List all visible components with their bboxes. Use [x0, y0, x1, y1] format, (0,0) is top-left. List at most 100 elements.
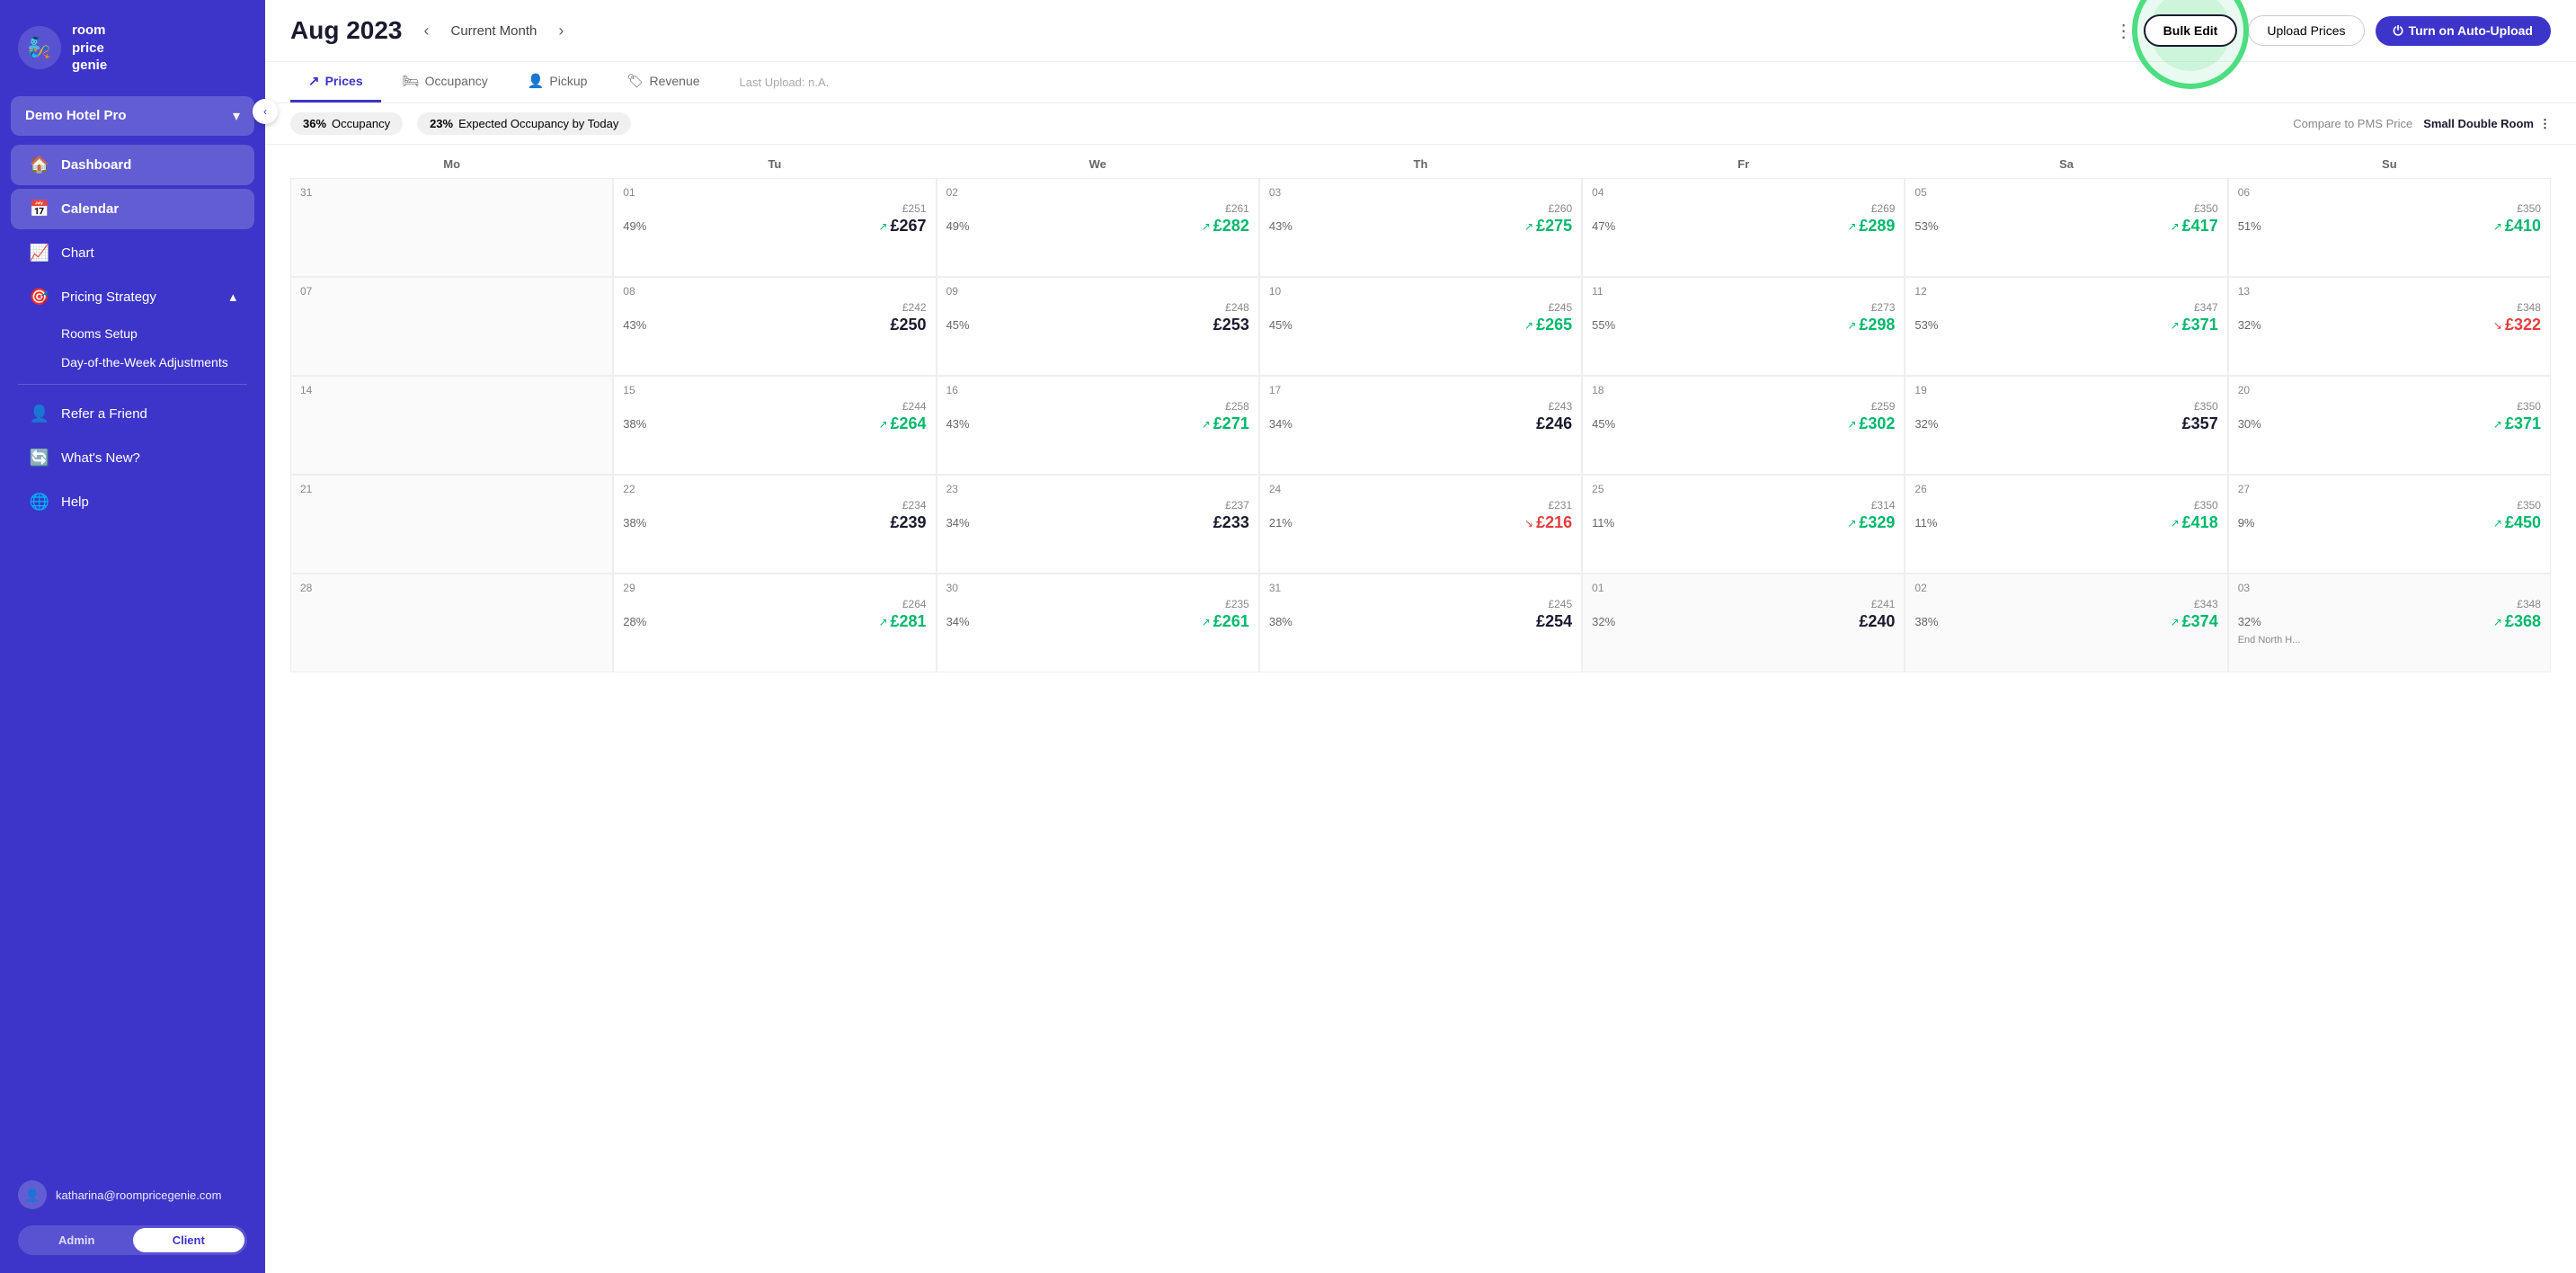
client-role-button[interactable]: Client — [133, 1228, 245, 1252]
admin-role-button[interactable]: Admin — [21, 1228, 133, 1252]
cell-date: 16 — [946, 384, 1249, 396]
home-icon: 🏠 — [29, 156, 50, 174]
cell-price-row: ↘ £216 — [1524, 513, 1572, 532]
table-row[interactable]: 17 £243 34% £246 — [1259, 376, 1582, 475]
table-row[interactable]: 20 £350 30% ↗ £371 — [2228, 376, 2551, 475]
next-month-button[interactable]: › — [551, 18, 571, 44]
table-row[interactable]: 04 £269 47% ↗ £289 — [1582, 178, 1905, 277]
auto-upload-button[interactable]: ⏻ Turn on Auto-Upload — [2376, 16, 2552, 46]
cell-occupancy: 51% — [2238, 219, 2261, 233]
sidebar-item-rooms-setup[interactable]: Rooms Setup — [50, 319, 265, 348]
hotel-selector[interactable]: Demo Hotel Pro ▾ — [11, 96, 254, 136]
revenue-tab-icon: 🏷 — [626, 73, 644, 89]
table-row[interactable]: 31 £245 38% £254 — [1259, 574, 1582, 672]
header: Aug 2023 ‹ Current Month › ⋮ Bulk Edit U… — [265, 0, 2576, 62]
cell-occupancy: 21% — [1269, 516, 1292, 530]
cell-price: £410 — [2505, 217, 2541, 236]
current-month-label: Current Month — [451, 23, 537, 39]
cell-prev-price: £245 — [1269, 301, 1572, 314]
occupancy-tab-icon: 🛏 — [403, 73, 420, 89]
table-row[interactable]: 15 £244 38% ↗ £264 — [613, 376, 936, 475]
table-row[interactable]: 16 £258 43% ↗ £271 — [937, 376, 1259, 475]
cell-occupancy: 53% — [1914, 318, 1938, 332]
cell-price: £239 — [891, 513, 927, 532]
table-row[interactable]: 05 £350 53% ↗ £417 — [1905, 178, 2227, 277]
table-row[interactable]: 14 — [290, 376, 613, 475]
table-row[interactable]: 18 £259 45% ↗ £302 — [1582, 376, 1905, 475]
tab-revenue[interactable]: 🏷 Revenue — [608, 62, 717, 102]
sidebar-item-dashboard[interactable]: 🏠 Dashboard — [11, 145, 254, 185]
sidebar-item-refer[interactable]: 👤 Refer a Friend — [11, 394, 254, 434]
cell-price: £261 — [1213, 612, 1249, 631]
table-row[interactable]: 25 £314 11% ↗ £329 — [1582, 475, 1905, 574]
table-row[interactable]: 01 £251 49% ↗ £267 — [613, 178, 936, 277]
sidebar-toggle[interactable]: ‹ — [253, 99, 278, 124]
table-row[interactable]: 07 — [290, 277, 613, 376]
cell-occupancy: 32% — [2238, 615, 2261, 628]
occupancy-badge: 36% Occupancy — [290, 112, 403, 135]
cell-price: £275 — [1536, 217, 1572, 236]
tab-occupancy[interactable]: 🛏 Occupancy — [385, 62, 506, 102]
table-row[interactable]: 12 £347 53% ↗ £371 — [1905, 277, 2227, 376]
table-row[interactable]: 08 £242 43% £250 — [613, 277, 936, 376]
cell-row: 53% ↗ £371 — [1914, 316, 2217, 334]
tab-pickup[interactable]: 👤 Pickup — [510, 62, 606, 102]
table-row[interactable]: 02 £261 49% ↗ £282 — [937, 178, 1259, 277]
arrow-up-icon: ↗ — [1847, 418, 1856, 431]
sidebar-item-label: Calendar — [61, 201, 119, 217]
sidebar-item-pricing-strategy[interactable]: 🎯 Pricing Strategy ▴ — [11, 277, 254, 317]
table-row[interactable]: 03 £260 43% ↗ £275 — [1259, 178, 1582, 277]
table-row[interactable]: 26 £350 11% ↗ £418 — [1905, 475, 2227, 574]
cell-prev-price: £231 — [1269, 499, 1572, 512]
tab-prices-label: Prices — [325, 74, 363, 88]
sidebar-item-help[interactable]: 🌐 Help — [11, 482, 254, 522]
sidebar-item-calendar[interactable]: 📅 Calendar — [11, 189, 254, 229]
tab-occupancy-label: Occupancy — [425, 74, 488, 88]
upload-prices-button[interactable]: Upload Prices — [2248, 15, 2364, 46]
cell-occupancy: 43% — [1269, 219, 1292, 233]
cell-price: £250 — [891, 316, 927, 334]
table-row[interactable]: 03 £348 32% ↗ £368 End North H... — [2228, 574, 2551, 672]
cell-price-row: ↗ £265 — [1524, 316, 1572, 334]
day-header-fr: Fr — [1582, 154, 1905, 174]
table-row[interactable]: 06 £350 51% ↗ £410 — [2228, 178, 2551, 277]
sidebar-item-chart[interactable]: 📈 Chart — [11, 233, 254, 273]
page-title: Aug 2023 — [290, 16, 403, 45]
bulk-edit-button[interactable]: Bulk Edit — [2144, 14, 2238, 47]
cell-date: 13 — [2238, 285, 2541, 298]
cell-prev-price: £235 — [946, 598, 1249, 610]
cell-date: 01 — [1592, 582, 1895, 594]
table-row[interactable]: 31 — [290, 178, 613, 277]
table-row[interactable]: 29 £264 28% ↗ £281 — [613, 574, 936, 672]
table-row[interactable]: 01 £241 32% £240 — [1582, 574, 1905, 672]
cell-price-row: ↗ £374 — [2171, 612, 2218, 631]
chart-icon: 📈 — [29, 244, 50, 263]
sidebar-item-whats-new[interactable]: 🔄 What's New? — [11, 438, 254, 478]
table-row[interactable]: 02 £343 38% ↗ £374 — [1905, 574, 2227, 672]
table-row[interactable]: 13 £348 32% ↘ £322 — [2228, 277, 2551, 376]
room-selector[interactable]: Small Double Room ⋮ — [2423, 117, 2551, 131]
table-row[interactable]: 27 £350 9% ↗ £450 — [2228, 475, 2551, 574]
pricing-sub-nav: Rooms Setup Day-of-the-Week Adjustments — [0, 319, 265, 377]
table-row[interactable]: 19 £350 32% £357 — [1905, 376, 2227, 475]
table-row[interactable]: 09 £248 45% £253 — [937, 277, 1259, 376]
cell-row: 21% ↘ £216 — [1269, 513, 1572, 532]
table-row[interactable]: 30 £235 34% ↗ £261 — [937, 574, 1259, 672]
table-row[interactable]: 10 £245 45% ↗ £265 — [1259, 277, 1582, 376]
tab-prices[interactable]: ↗ Prices — [290, 62, 381, 102]
table-row[interactable]: 22 £234 38% £239 — [613, 475, 936, 574]
prev-month-button[interactable]: ‹ — [417, 18, 437, 44]
cell-occupancy: 32% — [1914, 417, 1938, 431]
table-row[interactable]: 24 £231 21% ↘ £216 — [1259, 475, 1582, 574]
table-row[interactable]: 28 — [290, 574, 613, 672]
table-row[interactable]: 23 £237 34% £233 — [937, 475, 1259, 574]
table-row[interactable]: 21 — [290, 475, 613, 574]
sidebar-item-dow-adjustments[interactable]: Day-of-the-Week Adjustments — [50, 348, 265, 377]
cell-row: 53% ↗ £417 — [1914, 217, 2217, 236]
more-options-button[interactable]: ⋮ — [2115, 20, 2133, 42]
whats-new-icon: 🔄 — [29, 449, 50, 467]
table-row[interactable]: 11 £273 55% ↗ £298 — [1582, 277, 1905, 376]
cell-price: £267 — [891, 217, 927, 236]
current-month-badge: Current Month — [451, 23, 537, 39]
cell-date: 02 — [1914, 582, 2217, 594]
